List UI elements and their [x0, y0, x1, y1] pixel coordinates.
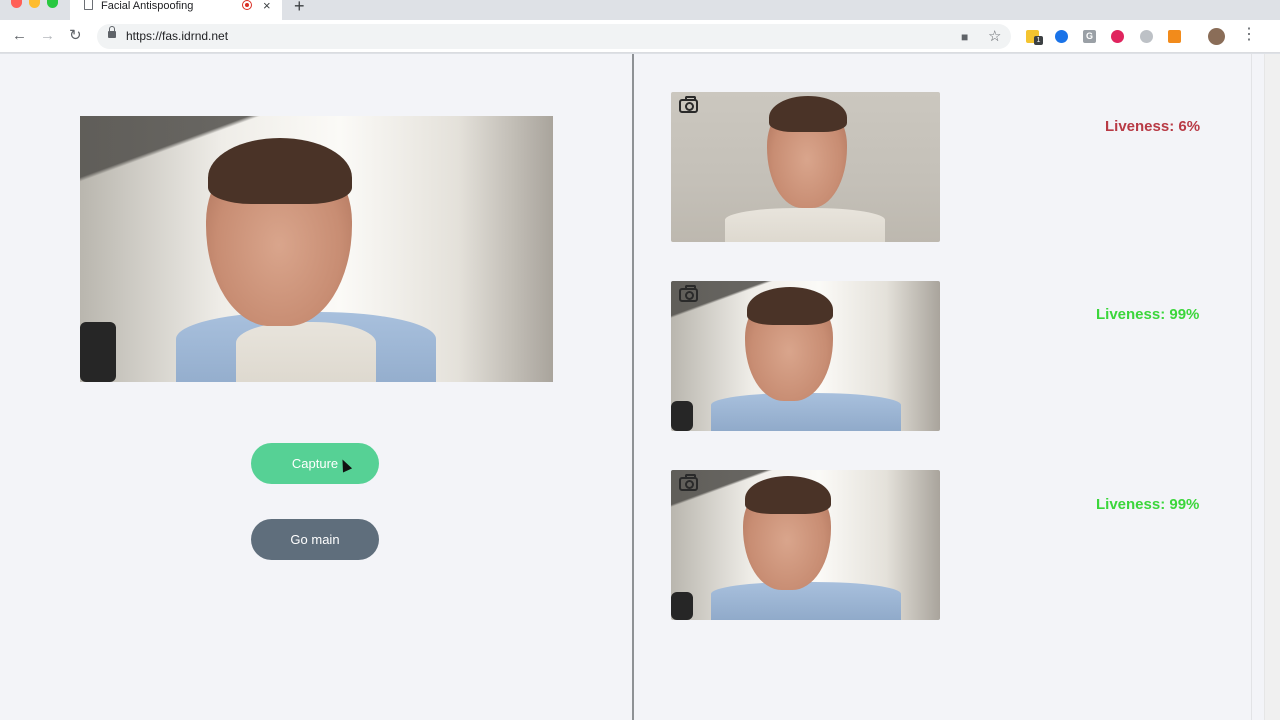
extension-gray-icon[interactable]	[1140, 30, 1153, 43]
extension-orange-icon[interactable]	[1168, 30, 1181, 43]
tab-close-icon[interactable]: ×	[263, 0, 271, 13]
lock-icon	[108, 26, 116, 38]
tab-title: Facial Antispoofing	[101, 0, 194, 12]
recording-icon	[242, 0, 252, 10]
window-minimize-button[interactable]	[29, 0, 40, 8]
extension-notes-icon[interactable]: 1	[1026, 30, 1043, 45]
liveness-score-2: Liveness: 99%	[1096, 306, 1200, 323]
page-edge	[1251, 54, 1252, 720]
liveness-score-1: Liveness: 6%	[1105, 118, 1201, 135]
extension-badge: 1	[1034, 36, 1043, 45]
forward-button[interactable]: →	[40, 26, 55, 46]
camera-in-use-icon[interactable]: ■	[961, 30, 968, 44]
chair-image	[671, 401, 693, 431]
vertical-scrollbar[interactable]	[1264, 54, 1280, 720]
person-hair	[769, 96, 847, 132]
panel-divider	[632, 54, 634, 720]
captured-photo-2	[671, 281, 940, 431]
captured-photo-3	[671, 470, 940, 620]
capture-button[interactable]: Capture	[251, 443, 379, 484]
tab-strip: Facial Antispoofing × +	[0, 0, 1280, 20]
extension-pink-icon[interactable]	[1111, 30, 1124, 43]
new-tab-button[interactable]: +	[294, 0, 305, 17]
go-main-button[interactable]: Go main	[251, 519, 379, 560]
window-maximize-button[interactable]	[47, 0, 58, 8]
browser-tab[interactable]: Facial Antispoofing ×	[70, 0, 282, 20]
person-collar	[236, 322, 376, 382]
person-hair	[745, 476, 831, 514]
extension-g-icon[interactable]: G	[1083, 30, 1096, 43]
page-icon	[84, 0, 93, 10]
profile-avatar[interactable]	[1208, 28, 1225, 45]
back-button[interactable]: ←	[12, 26, 27, 46]
chair-image	[671, 592, 693, 620]
extension-blue-icon[interactable]	[1055, 30, 1068, 43]
person-hair	[208, 138, 352, 204]
camera-icon	[679, 285, 698, 302]
reload-button[interactable]: ↻	[69, 26, 82, 46]
browser-toolbar: ← → ↻ https://fas.idrnd.net ■ ☆ 1 G ⋮	[0, 20, 1280, 53]
camera-icon	[679, 96, 698, 113]
url-text[interactable]: https://fas.idrnd.net	[126, 29, 228, 43]
liveness-score-3: Liveness: 99%	[1096, 496, 1200, 513]
chair-image	[80, 322, 116, 382]
person-hair	[747, 287, 833, 325]
captured-photo-1	[671, 92, 940, 242]
camera-icon	[679, 474, 698, 491]
window-close-button[interactable]	[11, 0, 22, 8]
person-body	[711, 582, 901, 620]
page-content: Capture Go main Liveness: 6% Liveness: 9…	[0, 54, 1264, 720]
bookmark-star-icon[interactable]: ☆	[988, 27, 1001, 45]
person-body	[711, 393, 901, 431]
webcam-preview	[80, 116, 553, 382]
address-bar[interactable]: https://fas.idrnd.net ■ ☆	[97, 24, 1011, 49]
browser-menu-icon[interactable]: ⋮	[1241, 25, 1257, 45]
person-body	[725, 208, 885, 242]
